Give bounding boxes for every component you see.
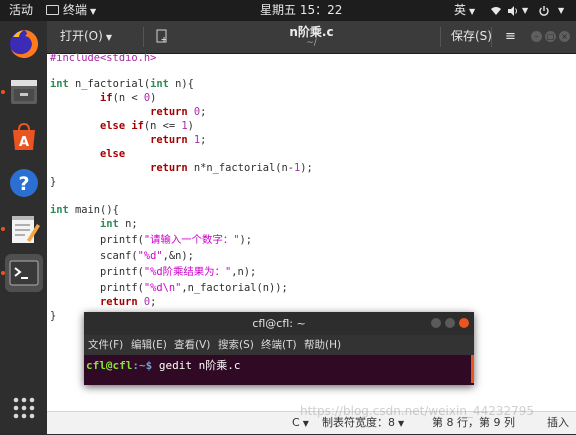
running-indicator [1,271,5,275]
close-icon[interactable]: × [559,31,570,42]
menu-terminal[interactable]: 终端(T) [261,335,297,355]
input-method-label: 英 [454,3,467,17]
menu-search[interactable]: 搜索(S) [218,335,254,355]
terminal-scrollbar[interactable] [471,355,474,383]
chevron-down-icon: ▼ [90,7,97,16]
code-line: printf("%d阶乘结果为：",n); [50,266,257,278]
chevron-down-icon: ▼ [469,7,476,16]
firefox-icon[interactable] [5,25,43,63]
code-line: return n*n_factorial(n-1); [150,162,313,174]
help-icon[interactable]: ? [5,164,43,202]
input-method-indicator[interactable]: 英 ▼ [454,0,475,21]
terminal-line: cfl@cfl:~$ gedit n阶乘.c [86,357,240,373]
code-line: } [50,310,57,322]
code-line: int n_factorial(int n){ [50,78,194,90]
language-label: C [292,416,300,429]
menu-edit[interactable]: 编辑(E) [131,335,167,355]
code-line: else [100,148,126,160]
prompt-path: :~$ [132,359,153,372]
prompt-user: cfl@cfl [86,359,133,372]
close-icon[interactable] [459,318,469,328]
code-line: int n; [100,218,138,230]
terminal-small-icon [46,4,59,15]
menu-view[interactable]: 查看(V) [174,335,210,355]
terminal-icon[interactable] [5,254,43,292]
insert-mode: 插入 [547,416,569,429]
code-line: return 1; [150,134,207,146]
hamburger-menu-icon[interactable]: ≡ [497,25,524,48]
maximize-icon[interactable] [445,318,455,328]
power-icon[interactable] [538,0,550,21]
terminal-title: cfl@cfl: ~ [84,312,474,335]
gedit-headerbar: 打开(O) ▼ n阶乘.c ~/ 保存(S) ≡ – □ × [47,21,576,54]
network-icon[interactable] [490,0,502,21]
running-indicator [1,227,5,231]
svg-text:A: A [19,135,29,150]
separator [491,27,492,47]
minimize-icon[interactable] [431,318,441,328]
menu-file[interactable]: 文件(F) [88,335,123,355]
software-center-icon[interactable]: A [5,118,43,156]
code-line: #include<stdio.h> [50,52,157,64]
terminal-menubar: 文件(F) 编辑(E) 查看(V) 搜索(S) 终端(T) 帮助(H) [84,335,474,355]
chevron-down-icon: ▼ [302,419,309,428]
files-icon[interactable] [5,72,43,110]
code-line: return 0; [150,106,207,118]
app-menu[interactable]: 终端 ▼ [46,0,96,21]
code-line: else if(n <= 1) [100,120,194,132]
show-apps-icon[interactable] [5,389,43,427]
watermark: https://blog.csdn.net/weixin_44232795 [300,404,535,418]
code-line: int main(){ [50,204,119,216]
top-bar: 活动 终端 ▼ 星期五 15：22 英 ▼ ▼ ▼ [0,0,576,21]
clock[interactable]: 星期五 15：22 [260,0,342,21]
app-menu-label: 终端 [63,3,88,17]
code-line: if(n < 0) [100,92,157,104]
minimize-icon[interactable]: – [531,31,542,42]
code-line: printf("请输入一个数字："); [50,234,252,246]
chevron-down-icon[interactable]: ▼ [522,0,528,21]
terminal-command: gedit n阶乘.c [152,359,241,372]
chevron-down-icon[interactable]: ▼ [558,0,564,21]
code-line: scanf("%d",&n); [50,250,194,262]
dock: A ? [0,21,47,433]
text-editor-icon[interactable] [5,210,43,248]
menu-help[interactable]: 帮助(H) [304,335,341,355]
maximize-icon[interactable]: □ [545,31,556,42]
code-line: } [50,176,57,188]
chevron-down-icon: ▼ [398,419,405,428]
volume-icon[interactable] [507,0,519,21]
code-line: return 0; [100,296,157,308]
activities-button[interactable]: 活动 [9,0,33,21]
code-line: printf("%d\n",n_factorial(n)); [50,282,288,294]
running-indicator [1,90,5,94]
separator [440,27,441,47]
svg-text:?: ? [18,173,29,195]
terminal-window[interactable]: cfl@cfl: ~ 文件(F) 编辑(E) 查看(V) 搜索(S) 终端(T)… [84,312,474,385]
